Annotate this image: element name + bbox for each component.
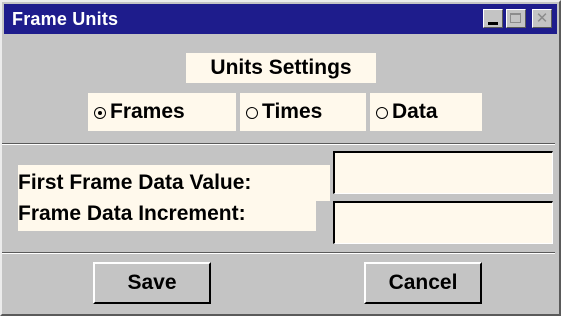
section-title: Units Settings: [186, 53, 376, 83]
increment-input[interactable]: [333, 201, 553, 244]
close-icon[interactable]: ✕: [532, 9, 552, 28]
radio-unselected-icon: [376, 107, 388, 119]
minimize-icon[interactable]: [483, 9, 503, 28]
cancel-button[interactable]: Cancel: [364, 262, 482, 304]
first-frame-label: First Frame Data Value:: [18, 165, 330, 201]
radio-selected-icon: [94, 107, 106, 119]
divider: [2, 143, 555, 145]
radio-data-label: Data: [392, 100, 438, 123]
increment-label: Frame Data Increment:: [18, 197, 316, 231]
radio-times-label: Times: [262, 100, 323, 123]
first-frame-input[interactable]: [333, 151, 553, 194]
radio-unselected-icon: [246, 107, 258, 119]
title-bar[interactable]: Frame Units ✕: [4, 4, 557, 34]
radio-frames[interactable]: Frames: [88, 93, 236, 131]
radio-times[interactable]: Times: [240, 93, 366, 131]
save-button[interactable]: Save: [93, 262, 211, 304]
maximize-icon[interactable]: [506, 9, 526, 28]
divider: [2, 252, 555, 254]
window-title: Frame Units: [12, 9, 119, 29]
radio-frames-label: Frames: [110, 100, 185, 123]
radio-data[interactable]: Data: [370, 93, 482, 131]
